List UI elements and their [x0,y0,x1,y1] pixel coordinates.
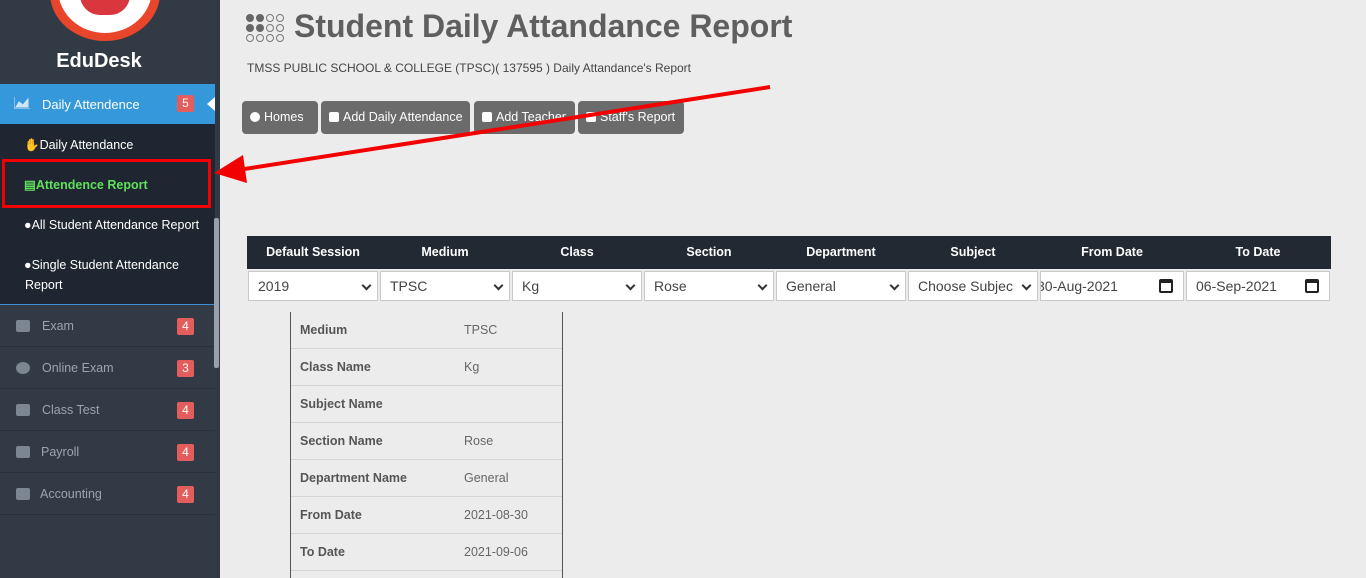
annotation-arrow-icon [214,85,771,183]
